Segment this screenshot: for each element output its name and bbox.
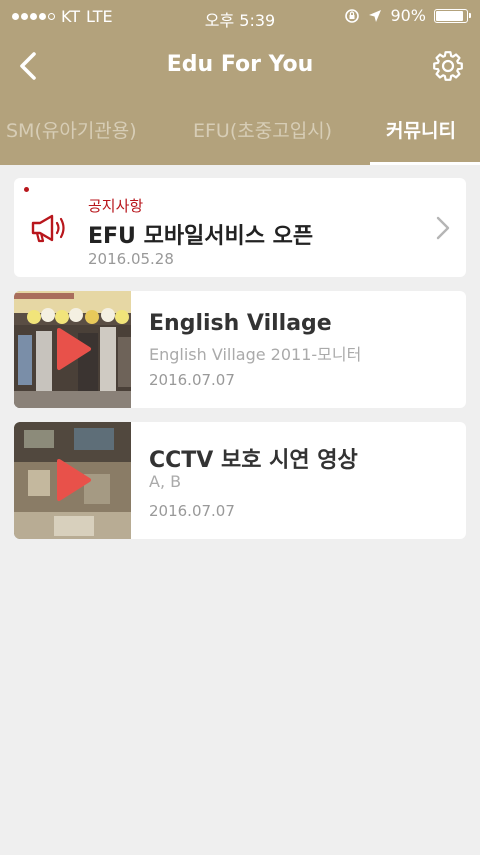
- unread-dot: [24, 187, 29, 192]
- status-right: 90%: [344, 6, 471, 25]
- notice-tag: 공지사항: [88, 197, 144, 215]
- page-title: Edu For You: [166, 52, 314, 77]
- video-item[interactable]: English Village English Village 2011-모니터…: [14, 291, 466, 408]
- video-thumbnail[interactable]: [14, 422, 131, 539]
- notice-card[interactable]: 공지사항 EFU 모바일서비스 오픈 2016.05.28: [14, 178, 466, 277]
- tab-sm[interactable]: SM(유아기관용): [6, 98, 137, 165]
- battery-percent: 90%: [390, 6, 426, 25]
- play-icon: [57, 459, 91, 501]
- chevron-right-icon: [436, 216, 450, 240]
- tab-efu[interactable]: EFU(초중고입시): [193, 98, 332, 165]
- video-thumbnail[interactable]: [14, 291, 131, 408]
- app-header: KT LTE 오후 5:39 90% Edu For You SM(유아기관용)…: [0, 0, 480, 165]
- gear-icon: [433, 51, 463, 81]
- video-date: 2016.07.07: [149, 371, 235, 389]
- status-bar: KT LTE 오후 5:39 90%: [0, 0, 480, 34]
- tab-bar: SM(유아기관용) EFU(초중고입시) 커뮤니티: [0, 98, 480, 165]
- notice-title: EFU 모바일서비스 오픈: [88, 224, 314, 249]
- battery-icon: [434, 8, 471, 23]
- play-icon: [57, 328, 91, 370]
- notice-date: 2016.05.28: [88, 250, 174, 268]
- video-title: English Village: [149, 311, 332, 336]
- nav-bar: Edu For You: [0, 34, 480, 98]
- video-item[interactable]: CCTV 보호 시연 영상 A, B 2016.07.07: [14, 422, 466, 539]
- settings-button[interactable]: [426, 44, 470, 88]
- active-tab-indicator: [370, 162, 480, 165]
- video-title: CCTV 보호 시연 영상: [149, 448, 358, 473]
- megaphone-icon: [31, 214, 65, 243]
- video-subtitle: A, B: [149, 472, 182, 491]
- tab-community[interactable]: 커뮤니티: [386, 98, 456, 165]
- location-arrow-icon: [369, 9, 382, 22]
- video-subtitle: English Village 2011-모니터: [149, 345, 362, 364]
- video-date: 2016.07.07: [149, 502, 235, 520]
- orientation-lock-icon: [345, 8, 360, 23]
